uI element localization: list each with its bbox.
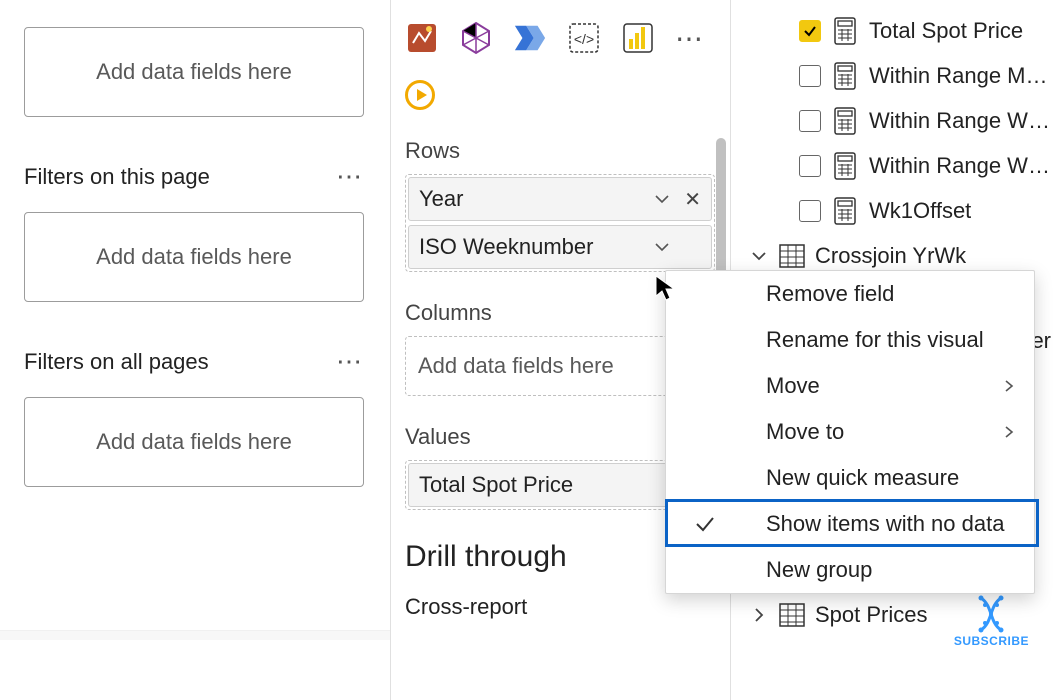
section-label: Filters on all pages	[24, 349, 336, 375]
dropzone-text: Add data fields here	[96, 429, 292, 455]
script-visual-icon[interactable]: </>	[567, 21, 601, 55]
measure-icon	[833, 62, 857, 90]
menu-new-quick-measure[interactable]: New quick measure	[666, 455, 1034, 501]
rows-label: Rows	[405, 138, 730, 164]
cross-report-row: Cross-report	[405, 594, 715, 620]
measure-icon	[833, 152, 857, 180]
field-label: Wk1Offset	[869, 198, 971, 224]
pill-label: Year	[419, 186, 463, 212]
filters-pane: Add data fields here Filters on this pag…	[0, 0, 390, 640]
checkbox[interactable]	[799, 65, 821, 87]
chevron-right-icon	[1002, 379, 1016, 393]
power-automate-icon[interactable]	[513, 21, 547, 55]
analytics-play-icon[interactable]	[405, 80, 435, 110]
cross-report-label: Cross-report	[405, 594, 527, 620]
shape-map-icon[interactable]	[459, 21, 493, 55]
menu-move-to[interactable]: Move to	[666, 409, 1034, 455]
chevron-down-icon[interactable]	[653, 190, 671, 208]
row-field-year[interactable]: Year ✕	[408, 177, 712, 221]
ellipsis-icon[interactable]: ⋯	[336, 161, 374, 192]
menu-label: New group	[766, 557, 872, 583]
field-label: Total Spot Price	[869, 18, 1023, 44]
viz-type-icons-row: </> ⋯	[405, 18, 730, 58]
table-icon	[779, 603, 805, 627]
menu-rename[interactable]: Rename for this visual	[666, 317, 1034, 363]
measure-icon	[833, 197, 857, 225]
checkbox[interactable]	[799, 110, 821, 132]
checkbox-checked[interactable]	[799, 20, 821, 42]
field-label: Within Range W…	[869, 153, 1050, 179]
menu-remove-field[interactable]: Remove field	[666, 271, 1034, 317]
check-icon	[694, 513, 716, 535]
menu-label: New quick measure	[766, 465, 959, 491]
svg-text:</>: </>	[574, 31, 594, 47]
context-menu: Remove field Rename for this visual Move…	[665, 270, 1035, 594]
checkbox[interactable]	[799, 155, 821, 177]
field-label: Within Range W…	[869, 108, 1050, 134]
more-visuals-icon[interactable]: ⋯	[675, 22, 705, 55]
field-within-range-w1[interactable]: Within Range W…	[731, 98, 1059, 143]
menu-label: Rename for this visual	[766, 327, 984, 353]
table-label: Crossjoin YrWk	[815, 243, 966, 269]
row-field-iso-weeknumber[interactable]: ISO Weeknumber	[408, 225, 712, 269]
filled-map-icon[interactable]	[405, 21, 439, 55]
dna-icon	[971, 594, 1011, 634]
pill-label: ISO Weeknumber	[419, 234, 593, 260]
checkbox[interactable]	[799, 200, 821, 222]
field-within-range-w2[interactable]: Within Range W…	[731, 143, 1059, 188]
menu-label: Show items with no data	[766, 511, 1004, 537]
filter-section-page: Filters on this page ⋯	[24, 161, 374, 192]
field-label: Within Range M…	[869, 63, 1048, 89]
filter-dropzone[interactable]: Add data fields here	[24, 212, 364, 302]
field-wk1offset[interactable]: Wk1Offset	[731, 188, 1059, 233]
subscribe-text: SUBSCRIBE	[954, 634, 1029, 648]
chevron-right-icon[interactable]	[749, 605, 769, 625]
chevron-down-icon[interactable]	[653, 238, 671, 256]
rows-well[interactable]: Year ✕ ISO Weeknumber	[405, 174, 715, 272]
table-label: Spot Prices	[815, 602, 928, 628]
power-bi-visual-icon[interactable]	[621, 21, 655, 55]
section-label: Filters on this page	[24, 164, 336, 190]
filter-section-all: Filters on all pages ⋯	[24, 346, 374, 377]
dropzone-text: Add data fields here	[96, 59, 292, 85]
chevron-right-icon	[1002, 425, 1016, 439]
chevron-down-icon[interactable]	[749, 246, 769, 266]
pill-label: Total Spot Price	[419, 472, 573, 498]
measure-icon	[833, 107, 857, 135]
menu-label: Move to	[766, 419, 844, 445]
menu-label: Move	[766, 373, 820, 399]
cursor-icon	[654, 274, 676, 302]
remove-icon[interactable]: ✕	[684, 187, 701, 212]
ellipsis-icon[interactable]: ⋯	[336, 346, 374, 377]
table-icon	[779, 244, 805, 268]
pane-divider	[0, 630, 390, 640]
filter-dropzone[interactable]: Add data fields here	[24, 27, 364, 117]
menu-move[interactable]: Move	[666, 363, 1034, 409]
menu-label: Remove field	[766, 281, 894, 307]
dropzone-text: Add data fields here	[96, 244, 292, 270]
subscribe-badge[interactable]: SUBSCRIBE	[954, 594, 1029, 648]
menu-new-group[interactable]: New group	[666, 547, 1034, 593]
field-total-spot-price[interactable]: Total Spot Price	[731, 8, 1059, 53]
filter-dropzone[interactable]: Add data fields here	[24, 397, 364, 487]
measure-icon	[833, 17, 857, 45]
field-within-range-m[interactable]: Within Range M…	[731, 53, 1059, 98]
menu-show-no-data[interactable]: Show items with no data	[666, 501, 1034, 547]
